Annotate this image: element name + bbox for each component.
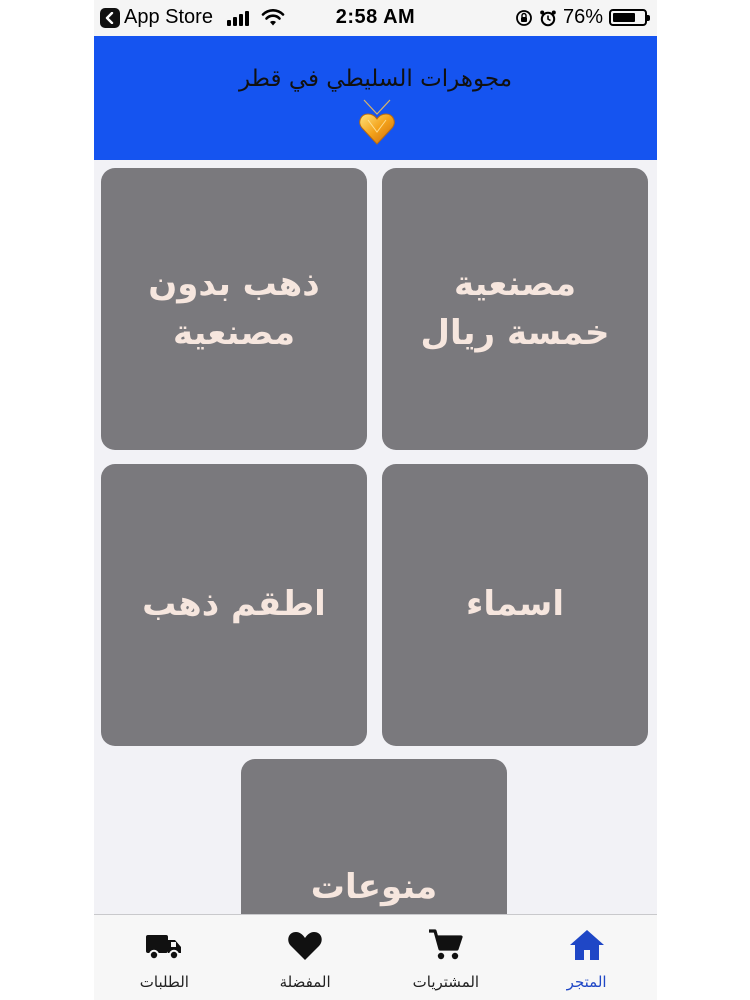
rotation-lock-icon	[516, 9, 532, 26]
category-label: ذهب بدون مصنعية	[148, 263, 320, 353]
status-bar: App Store 2:58 AM 76%	[94, 0, 657, 36]
tab-favorites[interactable]: المفضلة	[235, 915, 376, 1000]
tab-label: المفضلة	[279, 973, 331, 991]
tab-store[interactable]: المتجر	[516, 915, 657, 1000]
tab-label: المشتريات	[412, 973, 480, 991]
category-tile-gold-sets[interactable]: اطقم ذهب	[101, 464, 367, 746]
phone-screen: App Store 2:58 AM 76% مجوهرات السليطي في…	[94, 0, 657, 1000]
heart-icon	[288, 932, 322, 960]
battery-icon	[609, 9, 650, 26]
category-tile-names[interactable]: اسماء	[382, 464, 648, 746]
tab-orders[interactable]: الطلبات	[94, 915, 235, 1000]
page-title: مجوهرات السليطي في قطر	[238, 66, 513, 92]
truck-icon	[146, 935, 182, 961]
home-icon	[569, 930, 604, 960]
battery-fill	[613, 13, 635, 22]
tab-bar: الطلبات المفضلة المشتريات المتجر	[94, 914, 657, 1000]
category-tile-five-riyal[interactable]: مصنعية خمسة ريال	[382, 168, 648, 450]
app-header: مجوهرات السليطي في قطر	[94, 36, 657, 160]
category-label: اطقم ذهب	[142, 584, 326, 625]
alarm-icon	[540, 10, 556, 26]
status-right: 76%	[515, 6, 650, 29]
category-label: منوعات	[310, 867, 438, 907]
category-tile-gold-no-labor[interactable]: ذهب بدون مصنعية	[101, 168, 367, 450]
tab-label: الطلبات	[139, 973, 189, 991]
battery-percent: 76%	[562, 6, 603, 28]
category-label: مصنعية خمسة ريال	[420, 263, 610, 353]
cart-icon	[428, 929, 463, 960]
category-label: اسماء	[465, 584, 565, 625]
tab-purchases[interactable]: المشتريات	[376, 915, 517, 1000]
gold-heart-pendant-icon	[359, 99, 395, 145]
tab-label: المتجر	[566, 973, 607, 991]
